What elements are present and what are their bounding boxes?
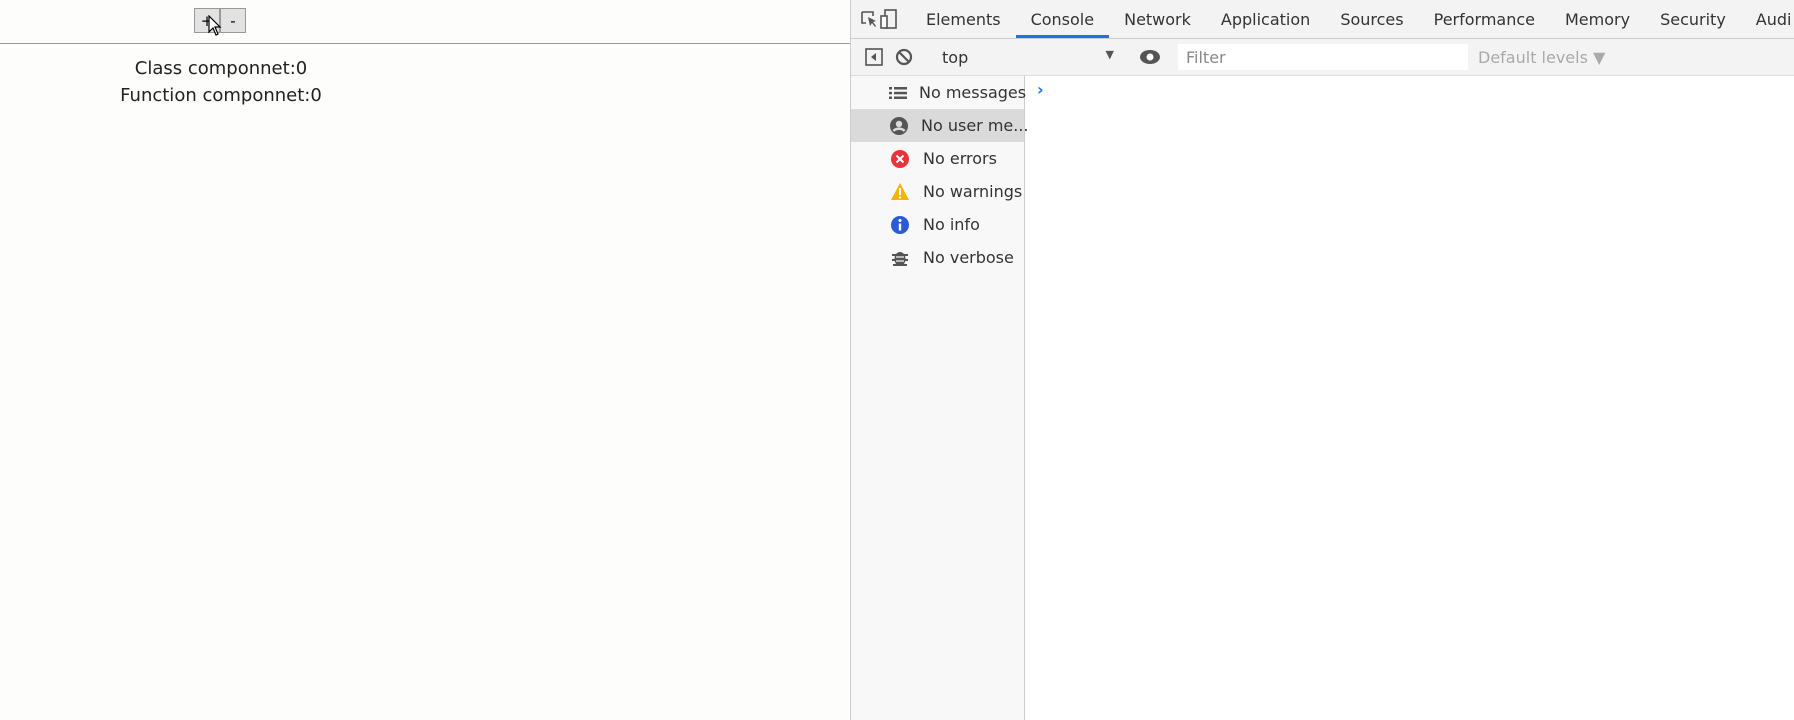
sidebar-item-label: No verbose xyxy=(923,248,1014,267)
tab-memory[interactable]: Memory xyxy=(1550,0,1645,38)
filter-input[interactable]: Filter xyxy=(1178,44,1468,70)
list-icon xyxy=(889,83,907,103)
bug-icon xyxy=(889,248,911,268)
warning-icon xyxy=(889,182,911,202)
sidebar-item-warnings[interactable]: No warnings xyxy=(851,175,1024,208)
live-expression-eye-icon[interactable] xyxy=(1135,49,1165,65)
user-icon xyxy=(889,116,909,136)
inspect-element-icon[interactable] xyxy=(859,0,879,38)
sidebar-item-user-messages[interactable]: No user me... xyxy=(851,109,1029,142)
console-sidebar: No messages No user me... No errors No w… xyxy=(851,76,1029,720)
function-counter: Function componnet:0 xyxy=(120,85,322,106)
console-prompt[interactable]: › xyxy=(1037,80,1044,99)
tab-console[interactable]: Console xyxy=(1015,0,1110,38)
sidebar-item-errors[interactable]: No errors xyxy=(851,142,1024,175)
context-selector[interactable]: top ▼ xyxy=(932,48,1122,67)
sidebar-item-label: No warnings xyxy=(923,182,1023,201)
tab-sources[interactable]: Sources xyxy=(1325,0,1418,38)
tab-audits[interactable]: Audi xyxy=(1741,0,1794,38)
sidebar-item-verbose[interactable]: No verbose xyxy=(851,241,1024,274)
sidebar-item-label: No info xyxy=(923,215,980,234)
tab-security[interactable]: Security xyxy=(1645,0,1741,38)
mouse-cursor-icon xyxy=(208,15,222,36)
sidebar-item-label: No messages xyxy=(919,83,1027,102)
context-value: top xyxy=(942,47,969,67)
tab-network[interactable]: Network xyxy=(1109,0,1206,38)
clear-console-icon[interactable] xyxy=(889,47,919,67)
log-levels-dropdown[interactable]: Default levels ▼ xyxy=(1478,48,1605,67)
decrement-button[interactable]: - xyxy=(220,8,246,33)
class-counter: Class componnet:0 xyxy=(134,58,308,79)
console-toolbar: top ▼ Filter Default levels ▼ xyxy=(851,39,1794,76)
devtools-tabbar: Elements Console Network Application Sou… xyxy=(851,0,1794,39)
sidebar-item-label: No errors xyxy=(923,149,997,168)
devtools-panel: Elements Console Network Application Sou… xyxy=(850,0,1794,720)
tab-performance[interactable]: Performance xyxy=(1419,0,1550,38)
sidebar-item-messages[interactable]: No messages xyxy=(851,76,1027,109)
sidebar-item-info[interactable]: No info xyxy=(851,208,1024,241)
sidebar-item-label: No user me... xyxy=(921,116,1029,135)
tab-application[interactable]: Application xyxy=(1206,0,1325,38)
device-toolbar-icon[interactable] xyxy=(879,0,899,38)
info-icon xyxy=(889,215,911,235)
tab-elements[interactable]: Elements xyxy=(911,0,1016,38)
divider xyxy=(0,43,850,44)
page-viewport: + - Class componnet:0 Function componnet… xyxy=(0,0,850,720)
sidebar-toggle-icon[interactable] xyxy=(859,47,889,67)
error-icon xyxy=(889,149,911,169)
dropdown-arrow-icon: ▼ xyxy=(1105,47,1114,61)
